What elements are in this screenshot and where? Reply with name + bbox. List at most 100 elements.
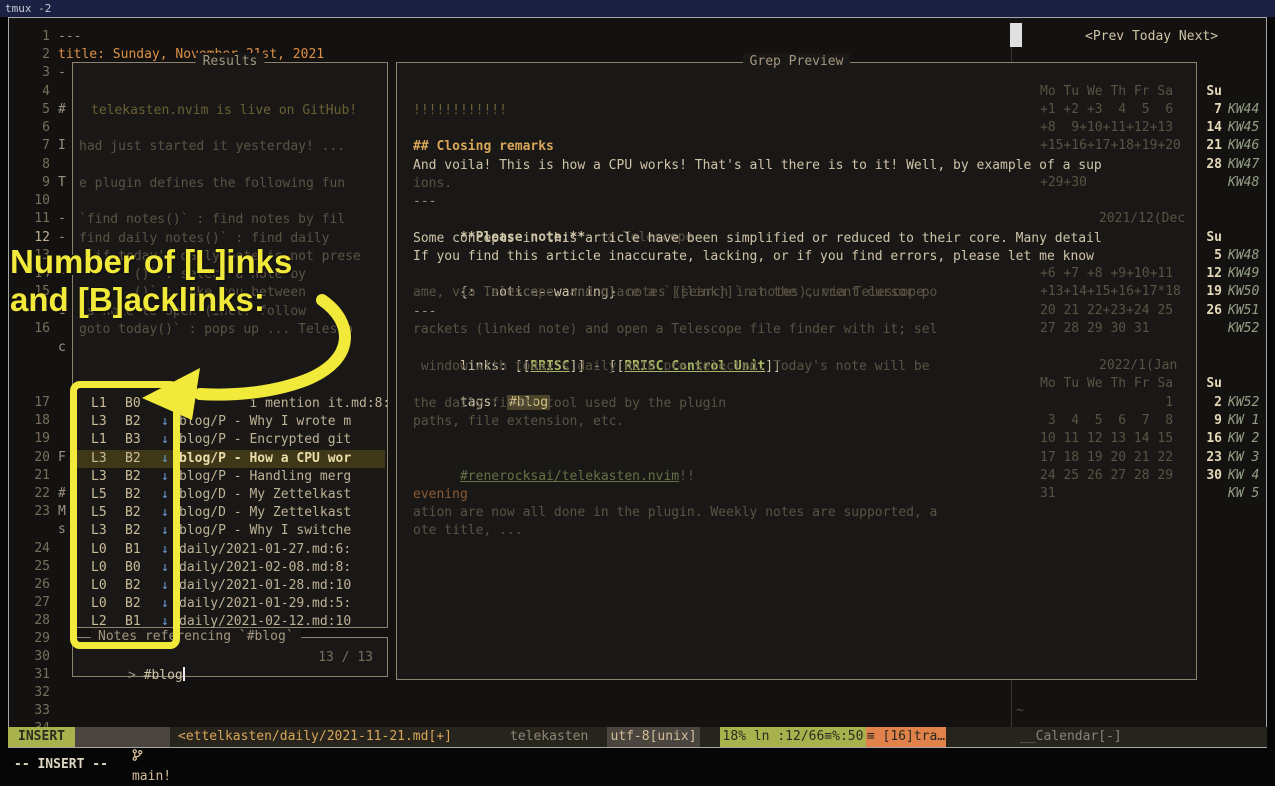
entry-text: blog/P - Why I wrote m: [179, 413, 351, 431]
calendar-week-number: KW 1: [1228, 412, 1259, 430]
calendar-week-number: KW52: [1228, 320, 1259, 338]
encoding: utf-8[unix]: [607, 727, 700, 747]
buffer-indicator[interactable]: ≡ [16]tra…: [866, 727, 946, 747]
line-number: 19: [16, 430, 50, 448]
calendar-sunday[interactable]: 28: [1196, 156, 1222, 174]
calendar-week-number: KW47: [1228, 156, 1259, 174]
calendar-week-days: 27 28 29 30 31: [1040, 320, 1150, 338]
tmux-title-bar: tmux -2: [0, 0, 1275, 17]
entry-text: daily/2021-01-28.md:10: [179, 577, 351, 595]
entry-text: i mention it.md:8:: [179, 395, 390, 413]
line-number: 20: [16, 449, 50, 467]
buffer-stray-char: c: [58, 339, 66, 357]
result-count: 13 / 13: [318, 649, 373, 667]
calendar-month-label: 2021/12(Dec: [1099, 210, 1185, 228]
calendar-week-days: +6 +7 +8 +9+10+11: [1040, 265, 1173, 283]
entry-text: daily/2021-02-08.md:8:: [179, 559, 351, 577]
calendar-sunday[interactable]: 14: [1196, 119, 1222, 137]
results-dim-line: goto today()` : pops up ... Telesco: [79, 321, 353, 339]
repo-link[interactable]: #renerocksai/telekasten.nvim: [460, 469, 679, 484]
preview-dim-line: ote title, ...: [413, 522, 523, 540]
line-number: 16: [16, 320, 50, 338]
results-title: Results: [196, 53, 265, 71]
repo-suffix: !!: [679, 469, 695, 484]
calendar-sunday[interactable]: 30: [1196, 467, 1222, 485]
calendar-header-sunday: Su: [1196, 375, 1222, 393]
preview-heading: ## Closing remarks: [413, 138, 554, 156]
calendar-sunday[interactable]: 23: [1196, 449, 1222, 467]
calendar-week-number: KW51: [1228, 302, 1259, 320]
buffer-stray-char: I: [58, 137, 66, 155]
calendar-sunday[interactable]: 19: [1196, 283, 1222, 301]
preview-dim-line: window with today's daily note pre-selec…: [413, 358, 930, 376]
results-dim-line: telekasten.nvim is live on GitHub!: [91, 102, 357, 120]
line-number: 18: [16, 412, 50, 430]
calendar-week-number: KW 4: [1228, 467, 1259, 485]
entry-text: blog/P - How a CPU wor: [179, 450, 351, 468]
calendar-week-number: KW50: [1228, 283, 1259, 301]
calendar-sunday[interactable]: 16: [1196, 430, 1222, 448]
scrollbar-thumb[interactable]: [1010, 23, 1022, 47]
buffer-stray-char: -: [58, 210, 66, 228]
calendar-sunday[interactable]: 5: [1196, 247, 1222, 265]
preview-hr: ---: [413, 193, 436, 211]
calendar-week-number: KW46: [1228, 137, 1259, 155]
calendar-sunday[interactable]: 21: [1196, 137, 1222, 155]
calendar-week-number: KW52: [1228, 394, 1259, 412]
calendar-week-days: 3 4 5 6 7 8: [1040, 412, 1173, 430]
calendar-week-days: 24 25 26 27 28 29: [1040, 467, 1173, 485]
entry-text: blog/P - Handling merg: [179, 468, 351, 486]
calendar-sunday[interactable]: 9: [1196, 412, 1222, 430]
buffer-stray-char: #: [58, 101, 66, 119]
command-line: -- INSERT --: [14, 756, 108, 774]
calendar-week-days: 31: [1040, 485, 1056, 503]
line-number: 22: [16, 485, 50, 503]
preview-title: Grep Preview: [743, 53, 851, 71]
line-number: 17: [16, 394, 50, 412]
calendar-tilde: ~: [1016, 702, 1024, 720]
entry-text: daily/2021-01-27.md:6:: [179, 541, 351, 559]
preview-dim-line: evening: [413, 486, 468, 504]
branch-name: main!: [132, 769, 171, 784]
line-number: 30: [16, 648, 50, 666]
annotation-text-line1: Number of [L]inks: [10, 243, 292, 281]
filename: <ettelkasten/daily/2021-11-21.md[+]: [178, 727, 452, 747]
preview-dim-line: the daily finder tool used by the plugin: [413, 395, 726, 413]
preview-paragraph: Some concepts in this article have been …: [413, 230, 1102, 248]
buffer-stray-char: #: [58, 485, 66, 503]
annotation-text-line2: and [B]acklinks:: [10, 281, 265, 319]
line-number: 25: [16, 558, 50, 576]
calendar-sunday[interactable]: 2: [1196, 394, 1222, 412]
buffer-frontmatter-close: -: [58, 64, 66, 82]
mode-indicator: INSERT: [8, 727, 75, 747]
calendar-sunday[interactable]: 7: [1196, 101, 1222, 119]
calendar-week-days: +13+14+15+16+17*18: [1040, 283, 1181, 301]
calendar-week-number: KW44: [1228, 101, 1259, 119]
calendar-week-number: KW 3: [1228, 449, 1259, 467]
preview-dim-line: ions.: [413, 175, 452, 193]
line-number: 1: [16, 28, 50, 46]
calendar-nav[interactable]: <Prev Today Next>: [1085, 28, 1218, 46]
line-number: 10: [16, 192, 50, 210]
entry-text: blog/P - Encrypted git: [179, 431, 351, 449]
line-number: 29: [16, 630, 50, 648]
buffer-frontmatter-open: ---: [58, 28, 81, 46]
calendar-sunday[interactable]: 26: [1196, 302, 1222, 320]
line-number: 23: [16, 503, 50, 521]
line-number: 28: [16, 612, 50, 630]
calendar-header: Mo Tu We Th Fr Sa: [1040, 83, 1173, 101]
calendar-month-label: 2022/1(Jan: [1099, 357, 1177, 375]
progress-indicator: 18% ln :12/66≡%:50: [720, 727, 866, 747]
calendar-header: Mo Tu We Th Fr Sa: [1040, 375, 1173, 393]
prompt-input[interactable]: #blog: [144, 668, 183, 683]
statusline: INSERT main! <ettelkasten/daily/2021-11-…: [8, 727, 1267, 747]
entry-text: blog/D - My Zettelkast: [179, 504, 351, 522]
calendar-sunday[interactable]: 12: [1196, 265, 1222, 283]
line-number: 3: [16, 64, 50, 82]
line-number: 2: [16, 46, 50, 64]
line-number: 9: [16, 174, 50, 192]
screen: tmux -2 1 2 3 4 5 6 7 8 9 10 11 12 13 14…: [0, 0, 1275, 786]
annotation-box: [70, 381, 180, 649]
prompt-line[interactable]: > #blog: [81, 649, 185, 703]
line-number: 24: [16, 540, 50, 558]
